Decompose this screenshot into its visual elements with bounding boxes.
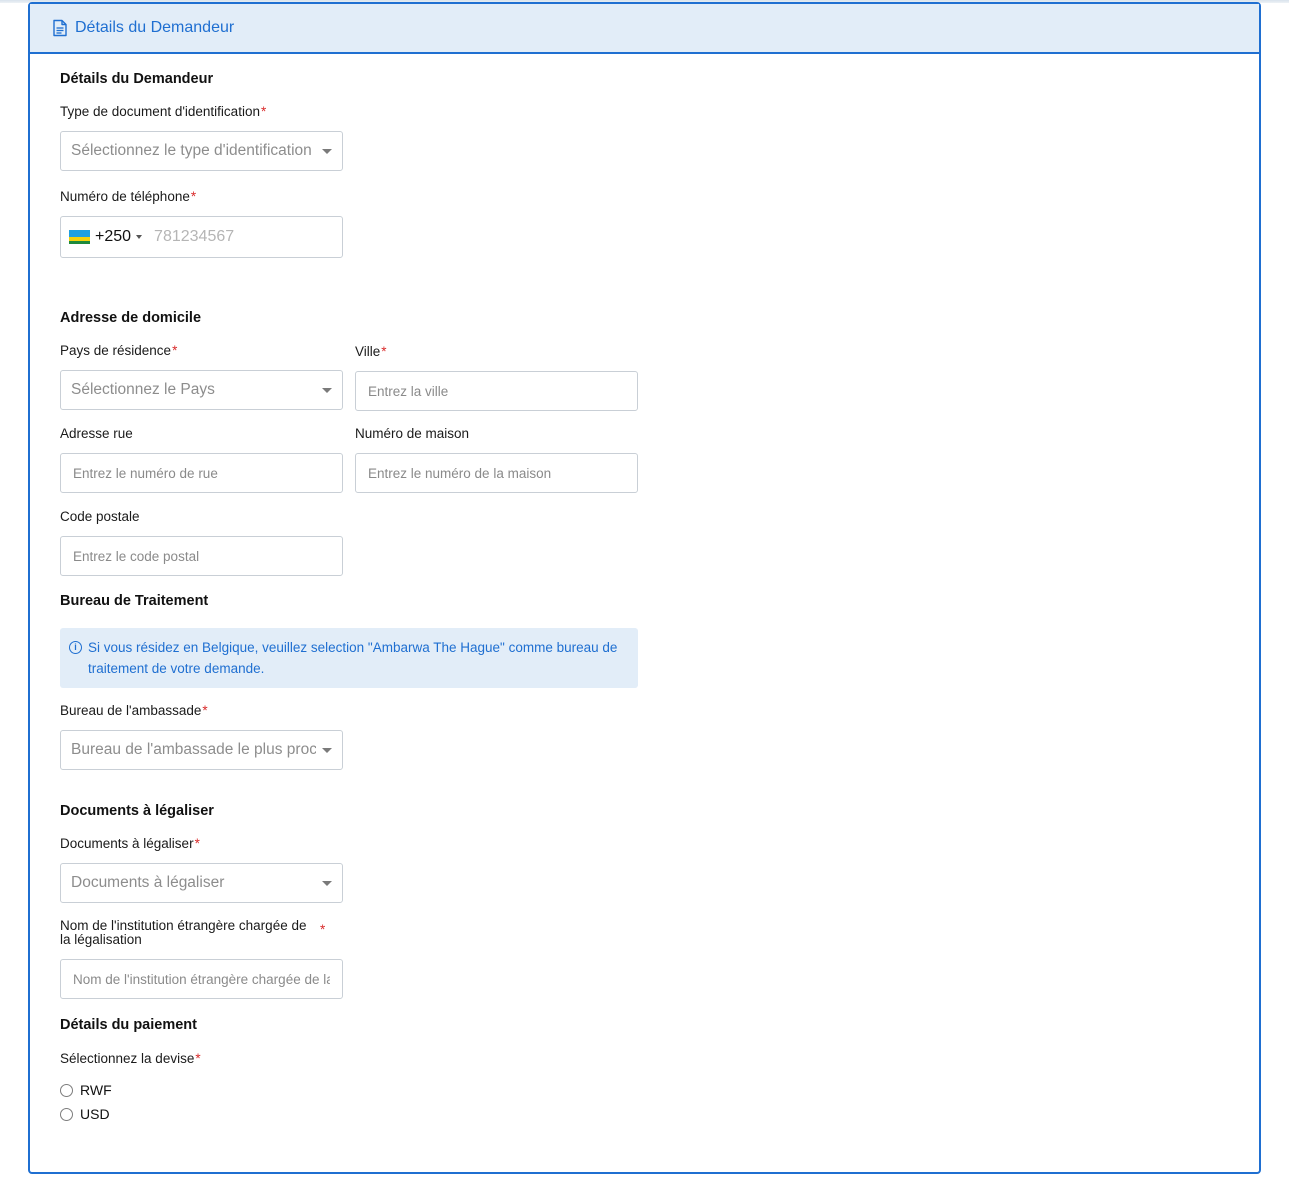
- chevron-down-icon: [322, 388, 332, 393]
- documents-section-title: Documents à légaliser: [60, 803, 214, 819]
- info-icon: i: [69, 641, 82, 654]
- institution-label: Nom de l'institution étrangère chargée d…: [60, 918, 307, 947]
- dial-code[interactable]: +250: [95, 228, 131, 246]
- required-marker: *: [381, 344, 387, 359]
- documents-label: Documents à légaliser*: [60, 836, 200, 851]
- document-icon: [52, 19, 68, 37]
- phone-input[interactable]: [154, 228, 325, 246]
- currency-option-rwf[interactable]: RWF: [60, 1082, 112, 1098]
- street-input[interactable]: [60, 453, 343, 493]
- country-code-caret-icon[interactable]: [136, 235, 143, 239]
- address-section-title: Adresse de domicile: [60, 310, 202, 326]
- card-header: Détails du Demandeur: [30, 4, 1259, 54]
- currency-option-usd[interactable]: USD: [60, 1106, 110, 1122]
- phone-label: Numéro de téléphone*: [60, 189, 197, 204]
- required-marker: *: [320, 922, 326, 937]
- house-number-label: Numéro de maison: [355, 426, 470, 441]
- radio-label: RWF: [80, 1082, 112, 1098]
- chevron-down-icon: [322, 748, 332, 753]
- info-alert: i Si vous résidez en Belgique, veuillez …: [60, 628, 638, 688]
- city-label: Ville*: [355, 344, 387, 359]
- city-input[interactable]: [355, 371, 638, 411]
- payment-section-title: Détails du paiement: [60, 1017, 197, 1033]
- postal-code-label: Code postale: [60, 509, 140, 524]
- radio-label: USD: [80, 1106, 110, 1122]
- required-marker: *: [190, 189, 197, 204]
- country-label: Pays de résidence*: [60, 343, 178, 358]
- radio-button[interactable]: [60, 1083, 73, 1097]
- card-title: Détails du Demandeur: [75, 19, 235, 36]
- id-type-select[interactable]: Sélectionnez le type d'identification: [60, 131, 343, 171]
- required-marker: *: [195, 1051, 201, 1066]
- required-marker: *: [194, 836, 200, 851]
- embassy-label: Bureau de l'ambassade*: [60, 703, 208, 718]
- embassy-placeholder: Bureau de l'ambassade le plus proche: [71, 741, 316, 758]
- street-label: Adresse rue: [60, 426, 133, 441]
- applicant-section-title: Détails du Demandeur: [60, 71, 214, 87]
- radio-button[interactable]: [60, 1107, 73, 1121]
- postal-code-input[interactable]: [60, 536, 343, 576]
- documents-placeholder: Documents à légaliser: [71, 874, 225, 891]
- processing-section-title: Bureau de Traitement: [60, 593, 209, 609]
- embassy-select[interactable]: Bureau de l'ambassade le plus proche: [60, 730, 343, 770]
- institution-input[interactable]: [60, 959, 343, 999]
- info-text: Si vous résidez en Belgique, veuillez se…: [88, 640, 618, 676]
- country-placeholder: Sélectionnez le Pays: [71, 381, 215, 398]
- id-type-placeholder: Sélectionnez le type d'identification: [71, 142, 312, 159]
- required-marker: *: [260, 104, 267, 119]
- chevron-down-icon: [322, 149, 332, 154]
- rwanda-flag-icon[interactable]: [69, 230, 90, 244]
- id-type-label: Type de document d'identification*: [60, 104, 267, 119]
- required-marker: *: [202, 703, 208, 718]
- required-marker: *: [172, 343, 178, 358]
- documents-select[interactable]: Documents à légaliser: [60, 863, 343, 903]
- house-number-input[interactable]: [355, 453, 638, 493]
- currency-label: Sélectionnez la devise*: [60, 1051, 201, 1066]
- country-select[interactable]: Sélectionnez le Pays: [60, 370, 343, 410]
- phone-field: +250: [60, 216, 343, 258]
- chevron-down-icon: [322, 881, 332, 886]
